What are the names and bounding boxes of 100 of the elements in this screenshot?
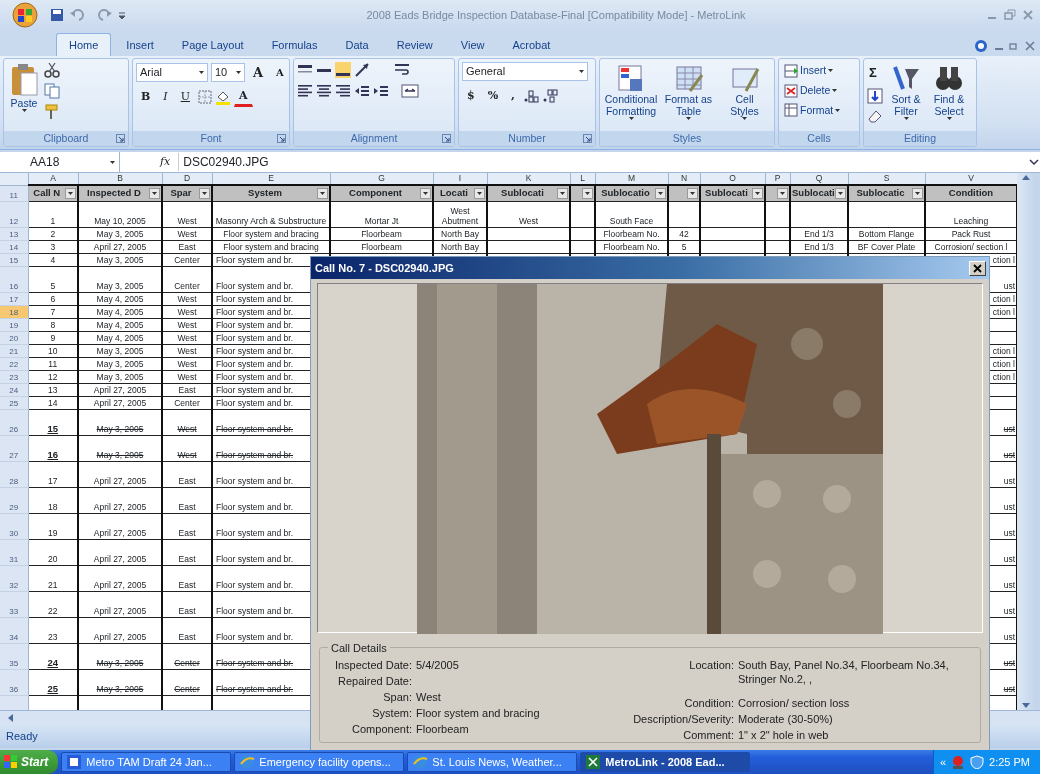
save-icon[interactable] xyxy=(50,8,64,22)
name-box[interactable]: AA18 xyxy=(0,152,120,172)
column-header[interactable]: S xyxy=(848,173,925,185)
filter-button[interactable] xyxy=(65,187,76,199)
column-header[interactable]: L xyxy=(570,173,595,185)
column-header[interactable]: E xyxy=(212,173,330,185)
italic-button[interactable]: I xyxy=(158,87,173,107)
bold-button[interactable]: B xyxy=(136,87,156,107)
scroll-left-icon[interactable] xyxy=(6,712,14,723)
filter-button[interactable] xyxy=(420,187,431,199)
column-header[interactable]: P xyxy=(765,173,790,185)
ribbon-tab[interactable]: Acrobat xyxy=(499,32,564,56)
row-header[interactable]: 12 xyxy=(0,201,28,227)
underline-button[interactable]: U xyxy=(175,87,195,107)
column-header[interactable]: I xyxy=(433,173,487,185)
cells-button[interactable]: Insert xyxy=(782,62,843,80)
ribbon-tab[interactable]: Insert xyxy=(113,32,167,56)
cells-button[interactable]: Format xyxy=(782,101,843,120)
column-header[interactable]: Q xyxy=(790,173,848,185)
close-icon[interactable] xyxy=(1024,41,1035,52)
row-header[interactable]: 30 xyxy=(0,513,28,539)
editing-button[interactable]: Find & Select xyxy=(929,62,969,122)
column-header[interactable]: D xyxy=(162,173,212,185)
dialog-launcher-icon[interactable] xyxy=(277,134,286,143)
center-icon[interactable] xyxy=(316,83,332,99)
decrease-decimal-icon[interactable] xyxy=(541,88,558,104)
wrap-text-icon[interactable] xyxy=(394,62,410,78)
cells-button[interactable]: Delete xyxy=(782,81,843,100)
filter-button[interactable] xyxy=(912,187,923,199)
dialog-launcher-icon[interactable] xyxy=(442,134,451,143)
row-header[interactable]: 28 xyxy=(0,461,28,487)
row-header[interactable]: 35 xyxy=(0,643,28,669)
help-icon[interactable] xyxy=(974,39,988,54)
column-header[interactable]: M xyxy=(595,173,668,185)
ribbon-tab[interactable]: View xyxy=(447,32,498,56)
align-bottom-icon[interactable] xyxy=(335,62,351,78)
row-header[interactable]: 36 xyxy=(0,669,28,695)
taskbar-button[interactable]: St. Louis News, Weather... xyxy=(407,752,578,772)
filter-button[interactable] xyxy=(752,187,763,199)
column-header[interactable]: G xyxy=(330,173,433,185)
function-button[interactable]: fx xyxy=(120,153,179,171)
row-header[interactable]: 27 xyxy=(0,435,28,461)
row-header[interactable]: 33 xyxy=(0,591,28,617)
filter-button[interactable] xyxy=(317,187,328,199)
ribbon-tab[interactable]: Review xyxy=(383,32,446,56)
copy-icon[interactable] xyxy=(44,83,60,99)
increase-indent-icon[interactable] xyxy=(373,83,389,99)
row-header[interactable]: 34 xyxy=(0,617,28,643)
filter-button[interactable] xyxy=(582,187,593,199)
ribbon-tab[interactable]: Page Layout xyxy=(168,32,257,56)
taskbar-button[interactable]: Metro TAM Draft 24 Jan... xyxy=(61,752,232,772)
decrease-indent-icon[interactable] xyxy=(354,83,370,99)
font-color-button[interactable]: A xyxy=(233,87,253,107)
filter-button[interactable] xyxy=(557,187,568,199)
vertical-scrollbar[interactable] xyxy=(1017,173,1035,710)
style-button[interactable]: Conditional Formatting xyxy=(603,62,659,122)
font-name-field[interactable]: Arial xyxy=(136,62,208,82)
filter-button[interactable] xyxy=(835,187,846,199)
restore-icon[interactable] xyxy=(1009,41,1019,52)
dialog-launcher-icon[interactable] xyxy=(116,134,125,143)
column-header[interactable]: O xyxy=(700,173,765,185)
style-button[interactable]: Format as Table xyxy=(662,62,715,122)
merge-cells-icon[interactable] xyxy=(401,83,421,99)
row-header[interactable]: 26 xyxy=(0,409,28,435)
row-header[interactable]: 32 xyxy=(0,565,28,591)
filter-button[interactable] xyxy=(474,187,485,199)
paste-button[interactable]: Paste xyxy=(7,62,41,114)
filter-button[interactable] xyxy=(687,187,698,199)
style-button[interactable]: Cell Styles xyxy=(718,62,771,122)
comma-button[interactable]: , xyxy=(506,86,520,106)
column-header[interactable]: N xyxy=(668,173,700,185)
cut-icon[interactable] xyxy=(44,62,60,78)
filter-button[interactable] xyxy=(199,187,210,199)
fill-color-icon[interactable] xyxy=(214,89,231,105)
editing-button[interactable]: Sort & Filter xyxy=(886,62,926,122)
customize-icon[interactable] xyxy=(118,10,126,20)
shrink-font-button[interactable]: A xyxy=(271,62,289,82)
column-header[interactable]: V xyxy=(925,173,1017,185)
column-header[interactable]: K xyxy=(487,173,570,185)
expand-icon[interactable] xyxy=(1028,156,1040,168)
autosum-button[interactable]: Σ xyxy=(867,62,883,84)
dialog-launcher-icon[interactable] xyxy=(583,134,592,143)
ribbon-tab[interactable]: Data xyxy=(332,32,382,56)
formula-field[interactable]: DSC02940.JPG xyxy=(178,153,1028,171)
row-header[interactable]: 31 xyxy=(0,539,28,565)
filter-button[interactable] xyxy=(777,187,788,199)
font-size-field[interactable]: 10 xyxy=(211,62,245,82)
taskbar-button[interactable]: MetroLink - 2008 Ead... xyxy=(580,752,751,772)
row-header[interactable]: 16 xyxy=(0,266,28,292)
align-right-icon[interactable] xyxy=(335,83,351,99)
grow-font-button[interactable]: A xyxy=(248,62,269,82)
currency-button[interactable]: $ xyxy=(462,86,480,106)
column-header[interactable]: B xyxy=(78,173,162,185)
fill-icon[interactable] xyxy=(867,87,883,104)
close-button[interactable] xyxy=(969,260,986,276)
number-format-field[interactable]: General xyxy=(462,62,588,81)
ribbon-tab[interactable]: Formulas xyxy=(258,32,331,56)
taskbar-button[interactable]: Emergency facility opens... xyxy=(234,752,405,772)
increase-decimal-icon[interactable] xyxy=(522,88,539,104)
row-header[interactable]: 29 xyxy=(0,487,28,513)
